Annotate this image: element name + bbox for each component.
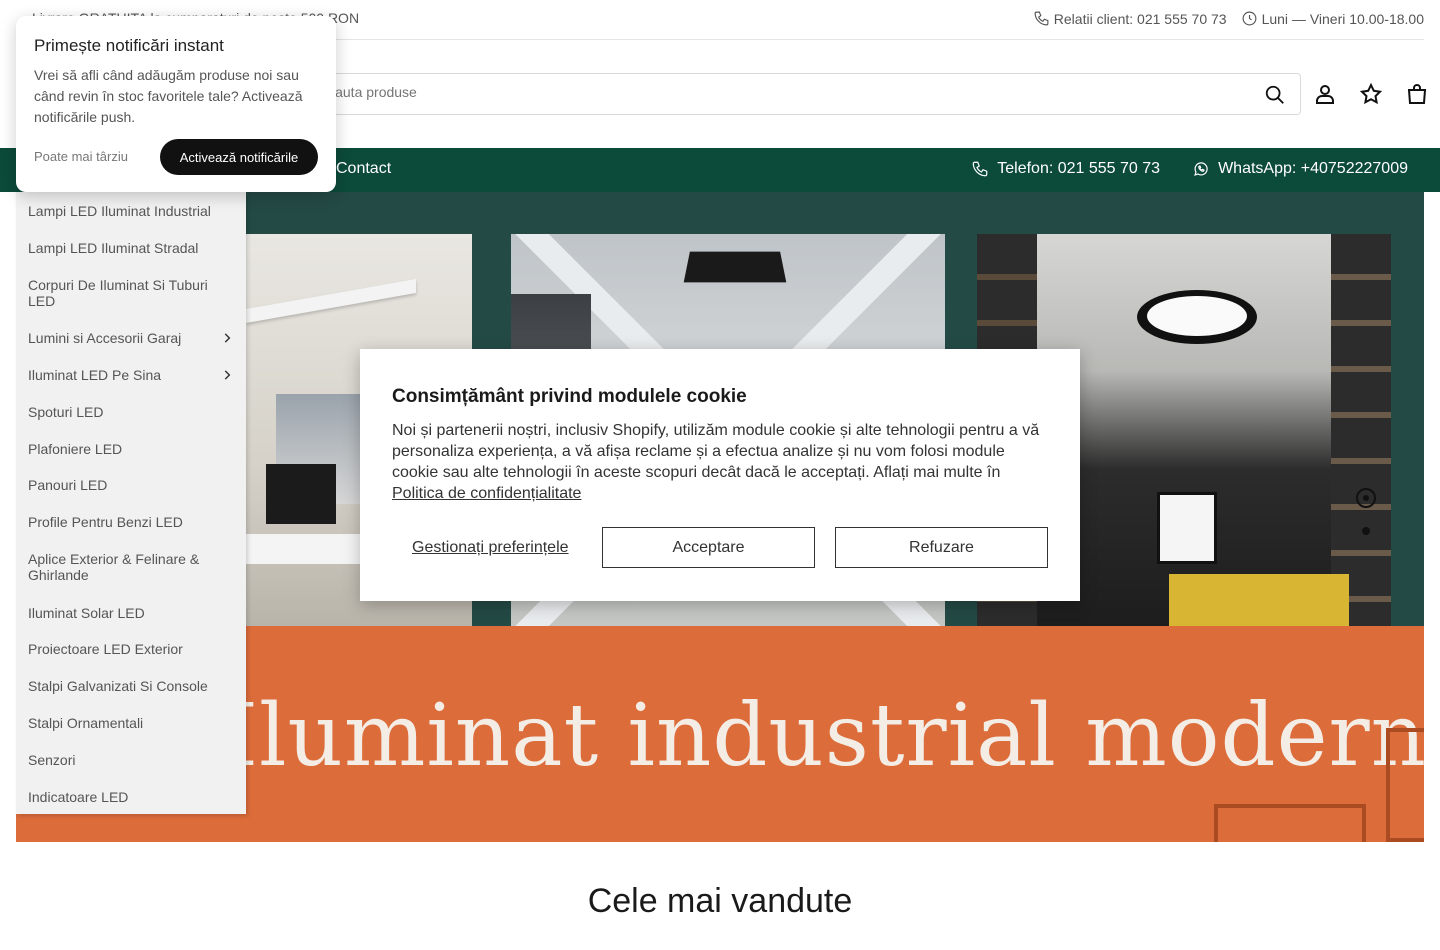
push-popup-title: Primește notificări instant [34,36,224,55]
category-item[interactable]: Panouri LED [28,477,234,493]
bestsellers-heading: Cele mai vandute [587,882,853,920]
category-item[interactable]: Iluminat Solar LED [28,605,234,621]
push-notification-popup: Primește notificări instant Vrei să afli… [16,16,336,192]
category-item[interactable]: Indicatoare LED [28,789,234,805]
category-item[interactable]: Spoturi LED [28,404,234,420]
nav-links: Contact [336,160,391,178]
nav-phone-label: Telefon: 021 555 70 73 [997,160,1161,177]
category-item[interactable]: Stalpi Galvanizati Si Console [28,678,234,694]
support-phone-label: Relatii client: 021 555 70 73 [1053,10,1227,27]
cart-bag-icon[interactable] [1405,82,1429,106]
push-popup-body: Vrei să afli când adăugăm produse noi sa… [34,67,303,125]
category-item[interactable]: Lampi LED Iluminat Stradal [28,240,234,256]
category-label: Indicatoare LED [28,789,129,805]
search-input[interactable] [325,84,1225,100]
support-phone[interactable]: Relatii client: 021 555 70 73 [1033,10,1227,27]
nav-whatsapp[interactable]: WhatsApp: +40752227009 [1192,160,1408,178]
accept-cookies-button[interactable]: Acceptare [602,527,815,568]
slider-dot-active[interactable] [1356,488,1376,508]
category-label: Iluminat Solar LED [28,605,145,621]
decorative-frame [1386,728,1424,842]
search-box[interactable] [316,73,1301,115]
category-item[interactable]: Aplice Exterior & Felinare & Ghirlande [28,551,234,583]
refuse-cookies-button[interactable]: Refuzare [835,527,1048,568]
chevron-right-icon [224,370,231,380]
cookie-modal-title: Consimțământ privind modulele cookie [392,386,747,407]
cookie-consent-modal: Consimțământ privind modulele cookie Noi… [360,349,1080,601]
decorative-frame [1214,804,1366,842]
push-activate-button[interactable]: Activează notificările [160,139,318,175]
category-label: Lumini si Accesorii Garaj [28,330,182,346]
category-menu: Lampi LED Iluminat Industrial Lampi LED … [16,192,246,814]
category-item[interactable]: Profile Pentru Benzi LED [28,514,234,530]
category-label: Proiectoare LED Exterior [28,641,183,657]
search-icon[interactable] [1264,84,1286,106]
whatsapp-icon [1194,162,1208,176]
category-item[interactable]: Senzori [28,752,234,768]
slider-dot[interactable] [1362,527,1370,535]
category-label: Corpuri De Iluminat Si Tuburi LED [28,277,208,309]
category-item[interactable]: Proiectoare LED Exterior [28,641,234,657]
category-label: Lampi LED Iluminat Stradal [28,240,199,256]
category-label: Lampi LED Iluminat Industrial [28,203,211,219]
nav-whatsapp-label: WhatsApp: +40752227009 [1218,160,1408,177]
category-label: Profile Pentru Benzi LED [28,514,183,530]
business-hours-label: Luni — Vineri 10.00-18.00 [1261,10,1424,27]
hero-title: Iluminat industrial modern [246,686,1424,786]
nav-phone[interactable]: Telefon: 021 555 70 73 [971,160,1160,178]
category-item[interactable]: Corpuri De Iluminat Si Tuburi LED [28,277,234,309]
category-item[interactable]: Lumini si Accesorii Garaj [28,330,234,346]
category-label: Stalpi Ornamentali [28,715,144,731]
manage-preferences-link[interactable]: Gestionați preferințele [412,539,569,557]
category-label: Iluminat LED Pe Sina [28,367,162,383]
push-later-button[interactable]: Poate mai târziu [34,149,128,164]
cookie-modal-text: Noi și partenerii noștri, inclusiv Shopi… [392,420,1042,504]
category-item[interactable]: Stalpi Ornamentali [28,715,234,731]
business-hours: Luni — Vineri 10.00-18.00 [1241,10,1424,27]
category-item[interactable]: Iluminat LED Pe Sina [28,367,234,383]
chevron-right-icon [224,333,231,343]
phone-icon [1034,11,1049,26]
category-label: Spoturi LED [28,404,104,420]
category-label: Senzori [28,752,76,768]
category-item[interactable]: Plafoniere LED [28,441,234,457]
nav-link-contact[interactable]: Contact [336,160,391,178]
account-icon[interactable] [1313,82,1337,106]
cookie-modal-body: Noi și partenerii noștri, inclusiv Shopi… [392,422,1040,481]
nav-contacts: Telefon: 021 555 70 73 WhatsApp: +407522… [971,160,1408,178]
privacy-policy-link[interactable]: Politica de confidențialitate [392,485,581,502]
wishlist-star-icon[interactable] [1359,82,1383,106]
category-label: Plafoniere LED [28,441,123,457]
category-label: Panouri LED [28,477,108,493]
phone-icon [972,161,988,177]
category-item[interactable]: Lampi LED Iluminat Industrial [28,203,234,219]
top-info-right: Relatii client: 021 555 70 73 Luni — Vin… [1033,10,1424,27]
category-label: Aplice Exterior & Felinare & Ghirlande [28,551,200,583]
category-label: Stalpi Galvanizati Si Console [28,678,208,694]
clock-icon [1242,11,1257,26]
